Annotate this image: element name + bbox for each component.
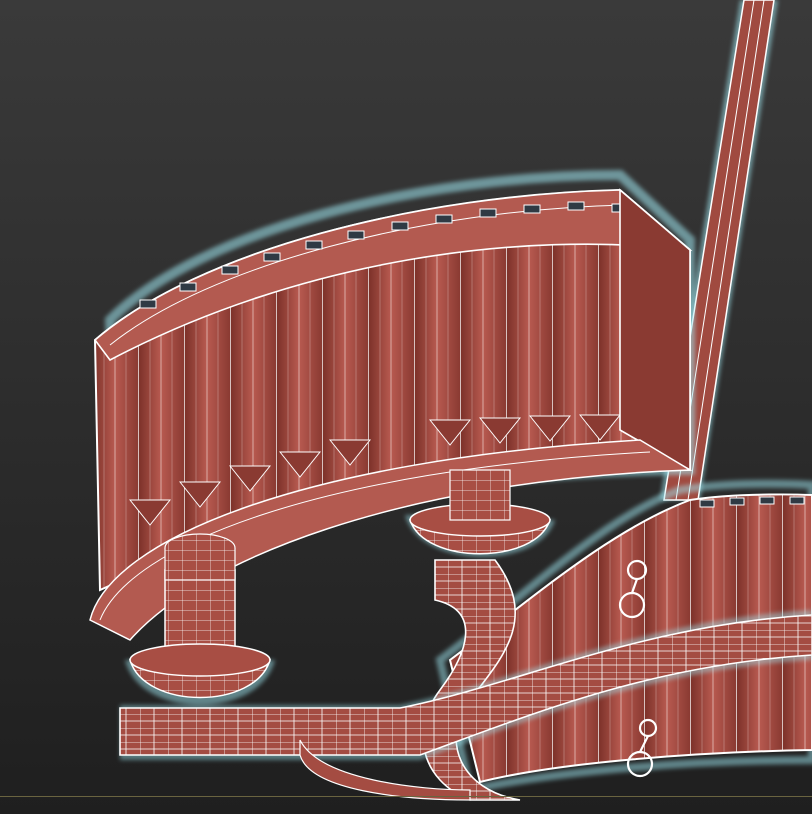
3d-viewport[interactable] bbox=[0, 0, 812, 814]
chandelier-wireframe-render[interactable] bbox=[0, 0, 812, 814]
left-bowl-column[interactable] bbox=[164, 533, 236, 651]
ground-grid-line bbox=[0, 796, 812, 797]
